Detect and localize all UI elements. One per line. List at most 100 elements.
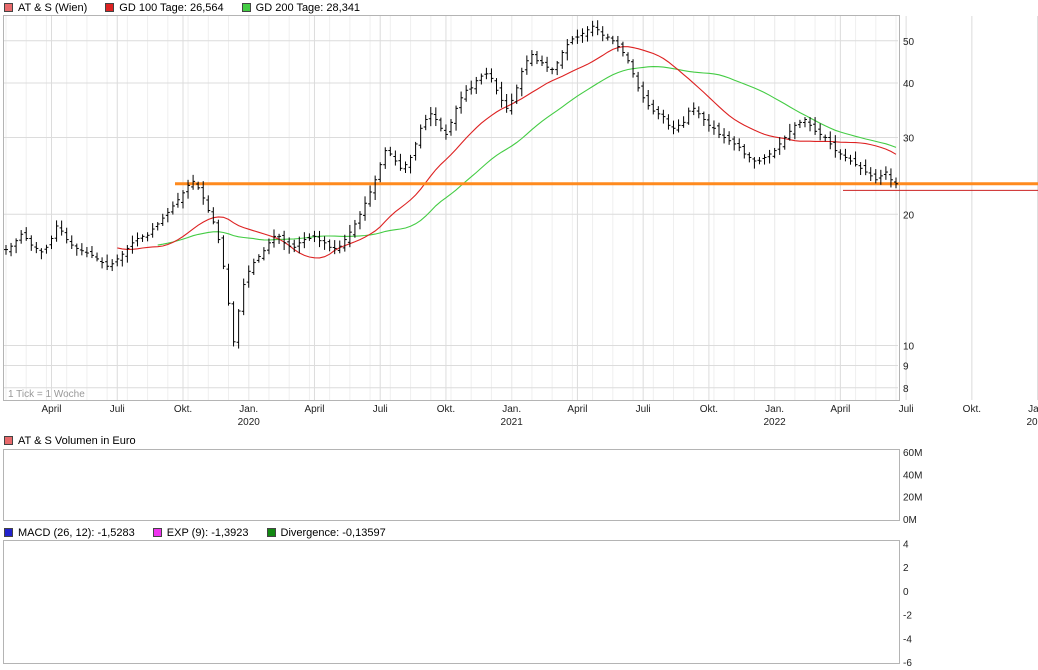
price-bar — [231, 301, 236, 347]
price-bar — [413, 141, 418, 161]
price-bar — [722, 128, 727, 144]
price-bar — [125, 245, 130, 263]
price-bar — [848, 154, 853, 165]
x-tick-label: Jan. — [765, 404, 784, 415]
y-tick-label: 0M — [903, 515, 917, 526]
price-bar — [403, 161, 408, 173]
price-bar — [170, 201, 175, 215]
price-bar — [843, 148, 848, 162]
volume-legend: AT & S Volumen in Euro — [4, 434, 154, 447]
price-bar — [373, 175, 378, 200]
x-tick-label: Jan. — [502, 404, 521, 415]
volume-chart-panel — [3, 449, 900, 521]
price-bar — [39, 248, 44, 260]
x-tick-label: Juli — [110, 404, 125, 415]
price-bar — [135, 232, 140, 247]
price-bar — [737, 138, 742, 152]
price-bar — [19, 230, 24, 244]
x-tick-label: Juli — [636, 404, 651, 415]
price-bar — [241, 278, 246, 316]
price-bar — [282, 230, 287, 251]
x-tick-label: April — [304, 404, 324, 415]
price-bar — [150, 223, 155, 238]
x-tick-label: Juli — [899, 404, 914, 415]
x-tick-label: Okt. — [700, 404, 718, 415]
price-bar — [9, 242, 14, 257]
price-bar — [828, 131, 833, 150]
price-bar — [772, 147, 777, 159]
legend-label: Divergence: -0,13597 — [280, 526, 386, 539]
price-bar — [302, 232, 307, 249]
price-bar — [44, 244, 49, 254]
price-bar — [89, 246, 94, 259]
x-tick-label: April — [830, 404, 850, 415]
x-tick-label: April — [42, 404, 62, 415]
price-bar — [398, 153, 403, 171]
legend-item: EXP (9): -1,3923 — [152, 526, 249, 539]
price-bar — [69, 235, 74, 249]
price-bar — [140, 234, 145, 242]
price-bar — [246, 265, 251, 288]
price-bar — [287, 237, 292, 254]
legend-label: EXP (9): -1,3923 — [166, 526, 249, 539]
price-bar — [14, 238, 19, 254]
price-bar — [352, 219, 357, 238]
y-tick-label: 60M — [903, 448, 922, 459]
price-bar — [165, 207, 170, 223]
price-bar — [873, 169, 878, 184]
price-bar — [211, 207, 216, 225]
macd-chart — [0, 0, 1038, 130]
price-bar — [388, 146, 393, 157]
y-tick-label: 2 — [903, 563, 909, 574]
price-bar — [858, 162, 863, 176]
price-bar — [4, 244, 8, 255]
price-bar — [408, 154, 413, 174]
y-tick-label: -6 — [903, 658, 912, 669]
price-bar — [762, 154, 767, 165]
legend-item: AT & S Volumen in Euro — [4, 435, 136, 447]
price-bar — [363, 196, 368, 221]
y-tick-label: 40M — [903, 470, 922, 481]
tick-note: 1 Tick = 1 Woche — [8, 389, 85, 400]
price-bar — [757, 157, 762, 165]
price-bar — [742, 144, 747, 159]
x-tick-label: Jan. — [239, 404, 258, 415]
legend-swatch — [4, 528, 13, 537]
macd-chart-panel — [3, 540, 900, 664]
price-bar — [752, 157, 757, 169]
price-bar — [342, 234, 347, 252]
y-tick-label: 4 — [903, 539, 909, 550]
price-bar — [777, 137, 782, 155]
legend-item: Divergence: -0,13597 — [266, 526, 386, 539]
price-bar — [747, 152, 752, 163]
price-bar — [79, 243, 84, 256]
price-bar — [34, 242, 39, 254]
price-bar — [261, 247, 266, 261]
price-bar — [115, 254, 120, 267]
price-bar — [368, 185, 373, 207]
macd-legend: MACD (26, 12): -1,5283 EXP (9): -1,3923 Di… — [4, 526, 404, 539]
legend-label: AT & S Volumen in Euro — [18, 434, 136, 447]
price-bar — [226, 263, 231, 306]
price-bar — [54, 220, 59, 242]
x-tick-label: April — [567, 404, 587, 415]
price-bar — [383, 147, 388, 169]
x-tick-label: Juli — [373, 404, 388, 415]
price-bar — [838, 149, 843, 160]
price-bar — [393, 150, 398, 166]
price-bar — [175, 192, 180, 208]
price-bar — [130, 235, 135, 254]
price-bar — [868, 167, 873, 182]
price-bar — [95, 252, 100, 262]
price-bar — [727, 131, 732, 145]
legend-label: MACD (26, 12): -1,5283 — [18, 526, 135, 539]
x-tick-year-label: 2023 — [1026, 417, 1038, 428]
price-bar — [64, 227, 69, 244]
x-tick-label: Okt. — [437, 404, 455, 415]
price-bar — [256, 254, 261, 263]
price-bar — [767, 149, 772, 164]
price-bar — [49, 235, 54, 250]
price-bar — [29, 235, 34, 251]
price-bar — [378, 162, 383, 183]
price-bar — [84, 246, 89, 258]
